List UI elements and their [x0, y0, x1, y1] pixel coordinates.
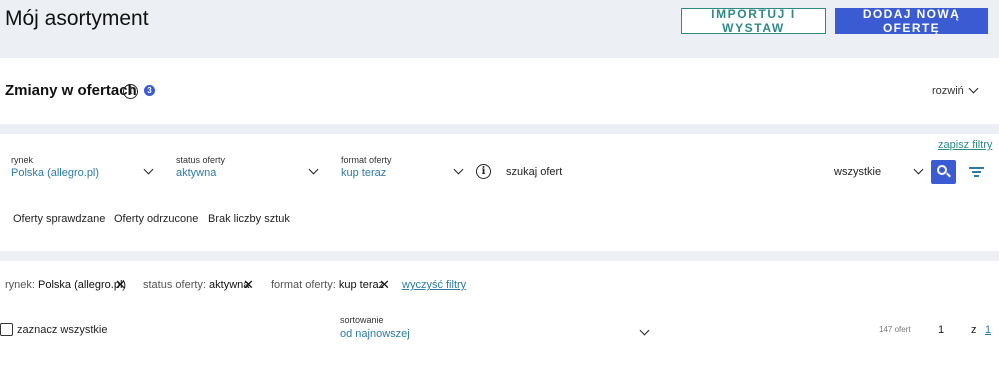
market-value[interactable]: Polska (allegro.pl) [11, 167, 99, 179]
status-label: status oferty [176, 155, 226, 165]
clear-filters-link[interactable]: wyczyść filtry [402, 279, 466, 291]
import-and-list-button[interactable]: IMPORTUJ I WYSTAW [681, 7, 826, 35]
chevron-down-icon[interactable] [453, 164, 464, 175]
chevron-down-icon[interactable] [143, 164, 154, 175]
add-new-offer-button[interactable]: DODAJ NOWĄ OFERTĘ [835, 7, 988, 35]
changes-count-badge: 3 [144, 85, 155, 96]
chevron-down-icon[interactable] [913, 164, 924, 175]
page-header: Mój asortyment IMPORTUJ I WYSTAW DODAJ N… [0, 0, 999, 58]
format-label: format oferty [341, 155, 392, 165]
total-pages-link[interactable]: 1 [985, 324, 991, 336]
active-filter-chip: rynek: Polska (allegro.pl) [5, 279, 127, 291]
save-filters-link[interactable]: zapisz filtry [938, 139, 992, 151]
filter-lines-icon[interactable] [969, 166, 984, 178]
offer-changes-panel: Zmiany w ofertach i 3 rozwiń [0, 58, 999, 124]
select-all-checkbox[interactable] [0, 323, 13, 336]
select-all-label[interactable]: zaznacz wszystkie [17, 324, 107, 336]
scope-value[interactable]: wszystkie [834, 166, 881, 178]
chevron-down-icon[interactable] [308, 164, 319, 175]
current-page[interactable]: 1 [938, 324, 944, 336]
tab-reviewed-offers[interactable]: Oferty sprawdzane [13, 213, 105, 225]
page-title: Mój asortyment [5, 7, 149, 30]
sort-value[interactable]: od najnowszej [340, 328, 410, 340]
close-icon[interactable]: ✕ [243, 277, 254, 293]
filters-panel: zapisz filtry rynek Polska (allegro.pl) … [0, 134, 999, 251]
close-icon[interactable]: ✕ [115, 277, 126, 293]
offer-count: 147 ofert [879, 325, 911, 334]
active-filter-chip: status oferty: aktywna [143, 279, 250, 291]
expand-link[interactable]: rozwiń [932, 85, 964, 97]
tab-rejected-offers[interactable]: Oferty odrzucone [114, 213, 198, 225]
results-panel: rynek: Polska (allegro.pl) ✕ status ofer… [0, 261, 999, 376]
active-filter-chip: format oferty: kup teraz [271, 279, 385, 291]
info-icon[interactable]: i [123, 84, 138, 99]
market-label: rynek [11, 155, 34, 165]
page-of-label: z [971, 324, 977, 336]
chevron-down-icon[interactable] [968, 83, 979, 94]
info-icon[interactable]: i [476, 164, 491, 179]
sort-label: sortowanie [340, 315, 384, 325]
format-value[interactable]: kup teraz [341, 167, 386, 179]
search-button[interactable] [931, 160, 956, 184]
status-value[interactable]: aktywna [176, 167, 216, 179]
close-icon[interactable]: ✕ [379, 277, 390, 293]
tab-no-stock[interactable]: Brak liczby sztuk [208, 213, 290, 225]
search-input[interactable]: szukaj ofert [506, 166, 562, 178]
changes-title: Zmiany w ofertach [5, 82, 137, 99]
chevron-down-icon[interactable] [639, 325, 650, 336]
